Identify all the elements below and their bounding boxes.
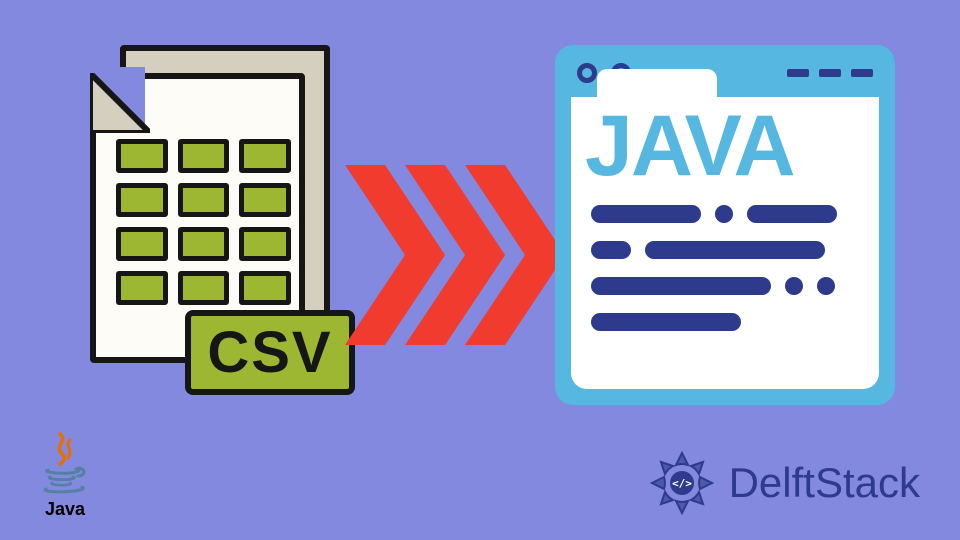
java-word: JAVA bbox=[585, 103, 794, 189]
code-segment bbox=[591, 313, 741, 331]
code-dot bbox=[785, 277, 803, 295]
csv-cell bbox=[116, 139, 168, 173]
csv-grid bbox=[116, 139, 291, 305]
csv-cell bbox=[116, 271, 168, 305]
csv-cell bbox=[178, 227, 230, 261]
csv-cell bbox=[239, 183, 291, 217]
code-row bbox=[591, 313, 859, 331]
window-dash bbox=[819, 69, 841, 77]
chevron-arrows-icon bbox=[345, 165, 565, 345]
csv-cell bbox=[239, 271, 291, 305]
csv-cell bbox=[178, 139, 230, 173]
csv-file-illustration: CSV bbox=[90, 45, 360, 405]
code-segment bbox=[591, 277, 771, 295]
csv-page-fold bbox=[90, 73, 150, 133]
java-logo: Java bbox=[30, 432, 100, 520]
code-lines bbox=[591, 205, 859, 331]
csv-cell bbox=[116, 227, 168, 261]
java-logo-label: Java bbox=[30, 499, 100, 520]
window-dash bbox=[787, 69, 809, 77]
diagram-canvas: CSV JAVA bbox=[0, 0, 960, 540]
java-code-window: JAVA bbox=[555, 45, 895, 405]
csv-cell bbox=[178, 183, 230, 217]
code-row bbox=[591, 205, 859, 223]
window-dash bbox=[851, 69, 873, 77]
window-body: JAVA bbox=[571, 97, 879, 389]
svg-text:</>: </> bbox=[672, 477, 692, 490]
window-tab bbox=[597, 69, 717, 97]
csv-cell bbox=[239, 227, 291, 261]
csv-cell bbox=[116, 183, 168, 217]
java-cup-icon bbox=[40, 432, 90, 494]
code-row bbox=[591, 241, 859, 259]
window-control-circle bbox=[577, 63, 597, 83]
delftstack-emblem-icon: </> </> bbox=[647, 448, 717, 518]
delftstack-label: DelftStack bbox=[729, 459, 920, 507]
arrows-group bbox=[345, 165, 565, 345]
window-titlebar-dashes bbox=[787, 69, 873, 77]
csv-cell bbox=[239, 139, 291, 173]
code-segment bbox=[645, 241, 825, 259]
code-dot bbox=[817, 277, 835, 295]
code-dot bbox=[715, 205, 733, 223]
csv-badge-label: CSV bbox=[207, 319, 332, 386]
code-segment bbox=[591, 241, 631, 259]
code-segment bbox=[747, 205, 837, 223]
csv-cell bbox=[178, 271, 230, 305]
code-row bbox=[591, 277, 859, 295]
code-segment bbox=[591, 205, 701, 223]
delftstack-logo: </> </> DelftS bbox=[647, 448, 920, 518]
csv-badge: CSV bbox=[185, 310, 355, 395]
